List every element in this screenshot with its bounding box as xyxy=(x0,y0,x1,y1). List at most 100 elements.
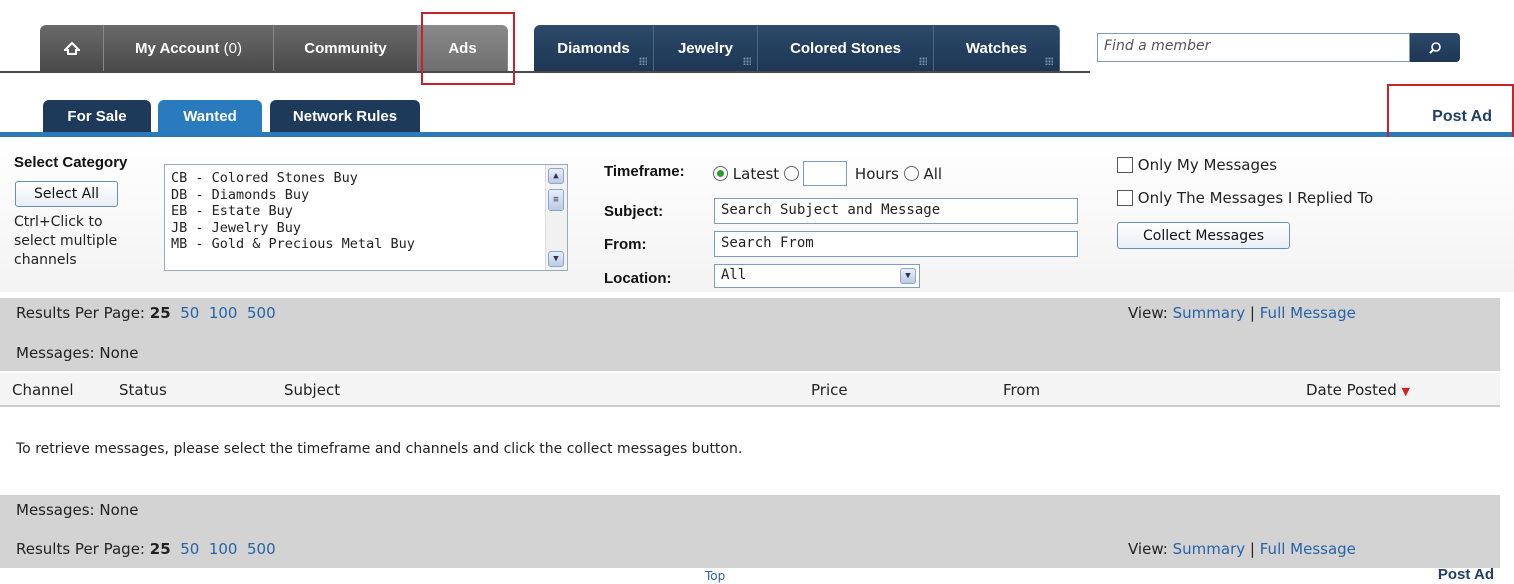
location-select[interactable]: All ▼ xyxy=(714,264,920,288)
radio-hours[interactable] xyxy=(783,166,799,181)
per-page-current: 25 xyxy=(149,304,171,322)
from-input[interactable]: Search From xyxy=(714,231,1078,257)
view-full-message-link[interactable]: Full Message xyxy=(1260,540,1356,558)
post-ad-bottom-link[interactable]: Post Ad xyxy=(1438,566,1494,583)
only-replied-label: Only The Messages I Replied To xyxy=(1137,189,1374,207)
view-summary-link[interactable]: Summary xyxy=(1173,540,1246,558)
radio-all-label: All xyxy=(923,164,943,183)
view-full-message-link[interactable]: Full Message xyxy=(1260,304,1356,322)
tab-for-sale-label: For Sale xyxy=(67,107,127,125)
subject-label: Subject: xyxy=(604,203,664,220)
messages-count: Messages: None xyxy=(16,344,139,362)
per-page-option[interactable]: 50 xyxy=(180,540,199,558)
tab-wanted[interactable]: Wanted xyxy=(158,100,262,132)
nav-my-account[interactable]: My Account (0) xyxy=(104,25,274,71)
scroll-thumb[interactable]: ≡ xyxy=(548,189,564,211)
select-category-label: Select Category xyxy=(14,154,128,171)
category-option[interactable]: EB - Estate Buy xyxy=(171,203,561,220)
help-line: channels xyxy=(14,252,77,268)
select-all-button[interactable]: Select All xyxy=(15,181,118,207)
per-page-label: Results Per Page: xyxy=(16,304,145,322)
category-option[interactable]: MB - Gold & Precious Metal Buy xyxy=(171,236,561,253)
multi-select-help: Ctrl+Click to select multiple channels xyxy=(14,213,117,270)
subject-input[interactable]: Search Subject and Message xyxy=(714,198,1078,224)
only-my-messages[interactable]: Only My Messages xyxy=(1117,156,1277,174)
nav-community[interactable]: Community xyxy=(274,25,418,71)
nav-jewelry-label: Jewelry xyxy=(677,39,734,57)
member-search-placeholder: Find a member xyxy=(1104,38,1211,54)
view-options: View: Summary | Full Message xyxy=(1128,304,1356,322)
per-page-current: 25 xyxy=(149,540,171,558)
tab-network-rules[interactable]: Network Rules xyxy=(270,100,420,132)
radio-all[interactable] xyxy=(903,166,919,181)
highlight-post-ad xyxy=(1387,84,1514,144)
column-from[interactable]: From xyxy=(1003,381,1040,399)
member-search-input[interactable]: Find a member xyxy=(1097,33,1410,62)
chevron-down-icon[interactable]: ▼ xyxy=(900,268,916,284)
view-summary-link[interactable]: Summary xyxy=(1173,304,1246,322)
select-all-label: Select All xyxy=(34,186,99,202)
nav-diamonds[interactable]: Diamonds xyxy=(534,25,654,71)
category-option[interactable]: CB - Colored Stones Buy xyxy=(171,170,561,187)
collect-messages-button[interactable]: Collect Messages xyxy=(1117,222,1290,249)
column-date-posted-label: Date Posted xyxy=(1306,381,1397,399)
only-replied-messages[interactable]: Only The Messages I Replied To xyxy=(1117,189,1373,207)
view-label: View: xyxy=(1128,304,1168,322)
table-header xyxy=(0,373,1500,407)
tab-network-rules-label: Network Rules xyxy=(292,107,398,125)
radio-latest[interactable] xyxy=(713,166,728,181)
per-page-option[interactable]: 100 xyxy=(209,304,238,322)
view-options-bottom: View: Summary | Full Message xyxy=(1128,540,1356,558)
category-option[interactable]: JB - Jewelry Buy xyxy=(171,220,561,237)
help-line: select multiple xyxy=(14,233,118,249)
results-per-page-bottom: Results Per Page: 25 50 100 500 xyxy=(16,540,276,558)
scroll-up-icon[interactable]: ▲ xyxy=(548,168,564,184)
nav-diamonds-label: Diamonds xyxy=(557,39,630,57)
per-page-option[interactable]: 500 xyxy=(247,540,276,558)
nav-home[interactable] xyxy=(40,25,104,71)
only-replied-checkbox[interactable] xyxy=(1117,190,1133,206)
per-page-option[interactable]: 500 xyxy=(247,304,276,322)
nav-jewelry[interactable]: Jewelry xyxy=(654,25,758,71)
nav-watches-label: Watches xyxy=(965,39,1028,57)
scroll-down-icon[interactable]: ▼ xyxy=(548,251,564,267)
from-label: From: xyxy=(604,236,647,253)
only-my-label: Only My Messages xyxy=(1137,156,1278,174)
grip-icon xyxy=(639,57,647,65)
sort-desc-icon: ▼ xyxy=(1401,385,1411,398)
per-page-option[interactable]: 100 xyxy=(209,540,238,558)
column-price[interactable]: Price xyxy=(811,381,848,399)
per-page-option[interactable]: 50 xyxy=(180,304,199,322)
subject-input-value: Search Subject and Message xyxy=(721,202,941,218)
listbox-scrollbar[interactable]: ▲ ≡ ▼ xyxy=(545,165,567,270)
column-channel[interactable]: Channel xyxy=(12,381,74,399)
column-status[interactable]: Status xyxy=(119,381,167,399)
messages-count-bottom: Messages: None xyxy=(16,501,139,519)
nav-colored-stones-label: Colored Stones xyxy=(790,39,901,57)
main-nav: My Account (0) Community Ads Diamonds Je… xyxy=(40,25,1060,71)
category-listbox[interactable]: CB - Colored Stones Buy DB - Diamonds Bu… xyxy=(164,164,568,271)
nav-colored-stones[interactable]: Colored Stones xyxy=(758,25,934,71)
column-subject[interactable]: Subject xyxy=(284,381,340,399)
grip-icon xyxy=(743,57,751,65)
view-label: View: xyxy=(1128,540,1168,558)
empty-state-message: To retrieve messages, please select the … xyxy=(16,441,743,457)
timeframe-label: Timeframe: xyxy=(604,163,685,180)
hours-input[interactable] xyxy=(802,161,847,186)
tab-wanted-label: Wanted xyxy=(183,107,237,125)
nav-underline xyxy=(0,71,1090,73)
help-line: Ctrl+Click to xyxy=(14,214,103,230)
column-date-posted[interactable]: Date Posted ▼ xyxy=(1306,381,1410,399)
tab-for-sale[interactable]: For Sale xyxy=(43,100,151,132)
nav-watches[interactable]: Watches xyxy=(934,25,1060,71)
category-option[interactable]: DB - Diamonds Buy xyxy=(171,187,561,204)
radio-latest-label: Latest xyxy=(732,164,780,183)
search-icon xyxy=(1429,41,1441,54)
top-link[interactable]: Top xyxy=(705,569,725,583)
view-separator: | xyxy=(1249,540,1255,558)
nav-my-account-label: My Account xyxy=(135,39,220,57)
member-search-button[interactable] xyxy=(1410,33,1460,62)
only-my-checkbox[interactable] xyxy=(1117,157,1133,173)
timeframe-options: Latest Hours All xyxy=(713,161,942,186)
results-per-page: Results Per Page: 25 50 100 500 xyxy=(16,304,276,322)
